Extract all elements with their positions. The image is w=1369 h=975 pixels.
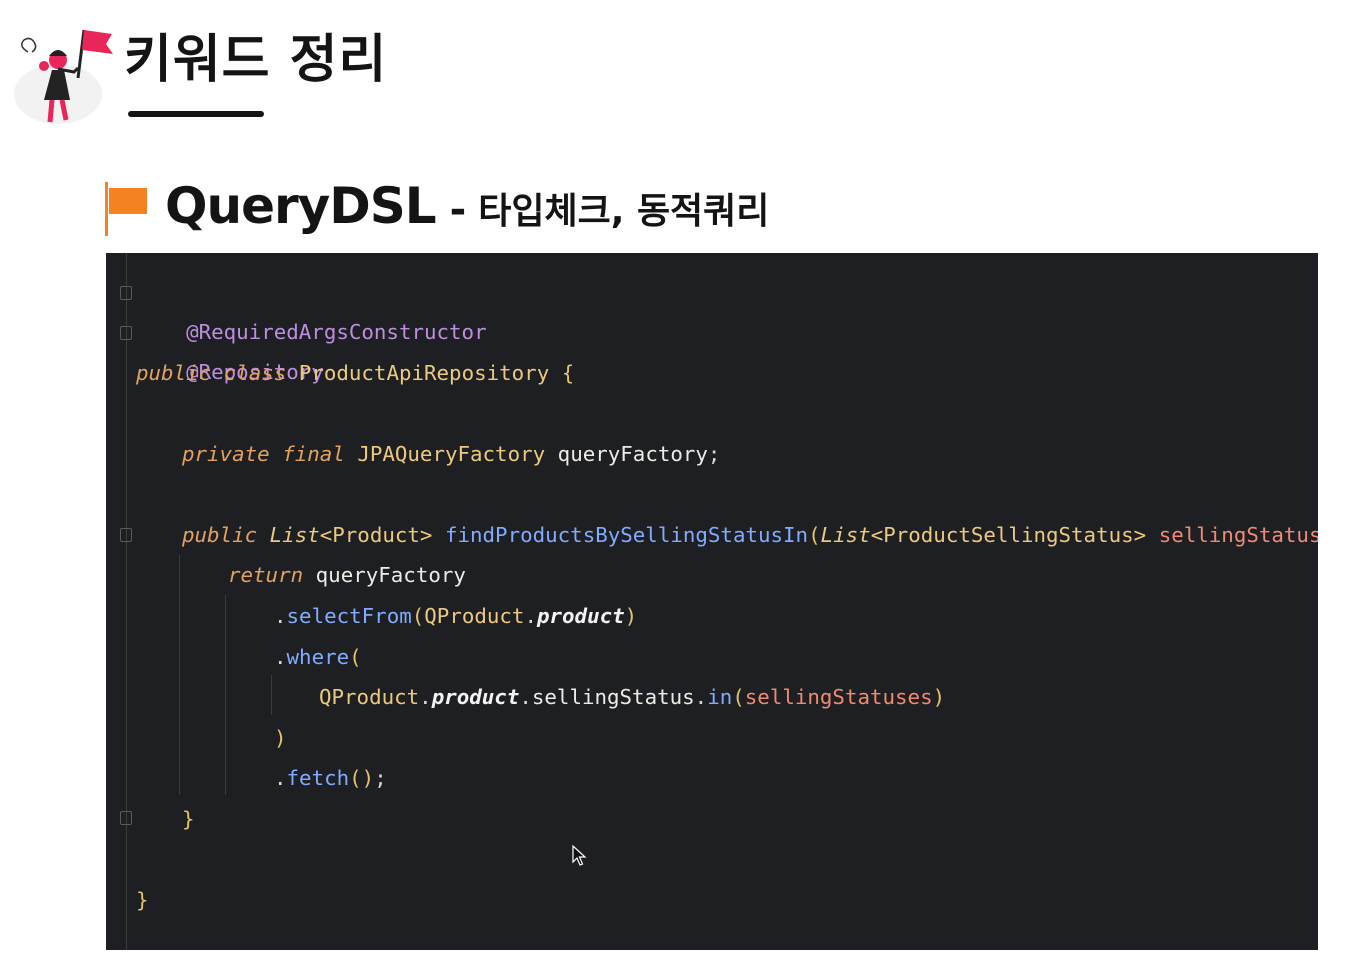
punctuation-token: (	[349, 645, 362, 669]
parameter-token: sellingStatuses	[1158, 523, 1318, 547]
punctuation-token: .	[274, 645, 287, 669]
method-name-token: in	[707, 685, 733, 709]
title-underline	[128, 111, 264, 117]
fold-icon[interactable]	[120, 326, 132, 340]
punctuation-token: .	[694, 685, 708, 709]
code-line: public List<Product> findProductsBySelli…	[182, 515, 1318, 555]
punctuation-token: ;	[374, 766, 387, 790]
method-name-token: fetch	[286, 766, 350, 790]
punctuation-token: (	[808, 523, 821, 547]
code-line: }	[136, 880, 149, 920]
fold-icon[interactable]	[120, 286, 132, 300]
keyword-token: public	[182, 523, 258, 547]
identifier-token: queryFactory	[557, 442, 708, 466]
code-line: )	[274, 718, 287, 758]
indent-guide	[179, 555, 180, 795]
type-token: <ProductSellingStatus>	[870, 523, 1147, 547]
code-line: public class ProductApiRepository {	[136, 353, 574, 393]
section-title: QueryDSL - 타입체크, 동적쿼리	[165, 176, 769, 248]
code-line: @Repository	[136, 312, 324, 384]
static-field-token: product	[431, 685, 520, 709]
code-line: .selectFrom(QProduct.product)	[274, 596, 637, 636]
method-name-token: where	[286, 645, 350, 669]
brace-token: }	[182, 807, 195, 831]
keyword-token: return	[228, 563, 304, 587]
code-line: .where(	[274, 637, 362, 677]
code-line: QProduct.product.sellingStatus.in(sellin…	[319, 677, 945, 717]
code-editor: @RequiredArgsConstructor @Repository pub…	[106, 253, 1318, 950]
code-line: .fetch();	[274, 758, 387, 798]
code-line: }	[182, 799, 195, 839]
code-line: return queryFactory	[228, 555, 466, 595]
brace-token: }	[136, 888, 149, 912]
section-title-main: QueryDSL	[165, 177, 437, 235]
identifier-token: sellingStatus	[531, 685, 695, 709]
fold-icon[interactable]	[120, 528, 132, 542]
indent-guide	[271, 675, 272, 715]
identifier-token: queryFactory	[315, 563, 466, 587]
punctuation-token: ;	[707, 442, 721, 466]
indent-guide	[225, 595, 226, 795]
code-line: private final JPAQueryFactory queryFacto…	[182, 434, 720, 474]
keyword-token: public	[136, 361, 212, 385]
keyword-token: private	[182, 442, 270, 466]
method-name-token: findProductsBySellingStatusIn	[444, 523, 809, 547]
fold-icon[interactable]	[120, 811, 132, 825]
punctuation-token: )	[624, 604, 638, 628]
orange-flag-icon	[105, 182, 147, 236]
keyword-token: class	[223, 361, 287, 385]
punctuation-token: .	[519, 685, 532, 709]
punctuation-token: (	[411, 604, 425, 628]
punctuation-token: (	[732, 685, 745, 709]
code-line: @RequiredArgsConstructor	[136, 272, 487, 344]
keyword-token: final	[282, 442, 345, 466]
punctuation-token: ()	[349, 766, 375, 790]
method-name-token: selectFrom	[286, 604, 412, 628]
gutter-line	[126, 253, 127, 950]
punctuation-token: )	[932, 685, 946, 709]
type-token: QProduct	[319, 685, 420, 709]
type-token: <Product>	[319, 523, 433, 547]
punctuation-token: .	[419, 685, 432, 709]
page-title: 키워드 정리	[124, 30, 388, 90]
type-token: QProduct	[424, 604, 525, 628]
type-token: List	[820, 523, 871, 547]
type-token: JPAQueryFactory	[357, 442, 546, 466]
section-title-dash: -	[449, 187, 467, 233]
static-field-token: product	[536, 604, 625, 628]
mouse-pointer-icon	[572, 845, 587, 866]
brace-token: {	[561, 361, 575, 385]
punctuation-token: )	[274, 726, 287, 750]
parameter-token: sellingStatuses	[744, 685, 933, 709]
punctuation-token: .	[274, 766, 287, 790]
girl-with-flag-icon	[14, 29, 113, 124]
punctuation-token: .	[274, 604, 287, 628]
punctuation-token: .	[524, 604, 537, 628]
type-token: List	[269, 523, 320, 547]
section-title-sub: 타입체크, 동적쿼리	[478, 191, 770, 232]
class-name-token: ProductApiRepository	[298, 361, 550, 385]
